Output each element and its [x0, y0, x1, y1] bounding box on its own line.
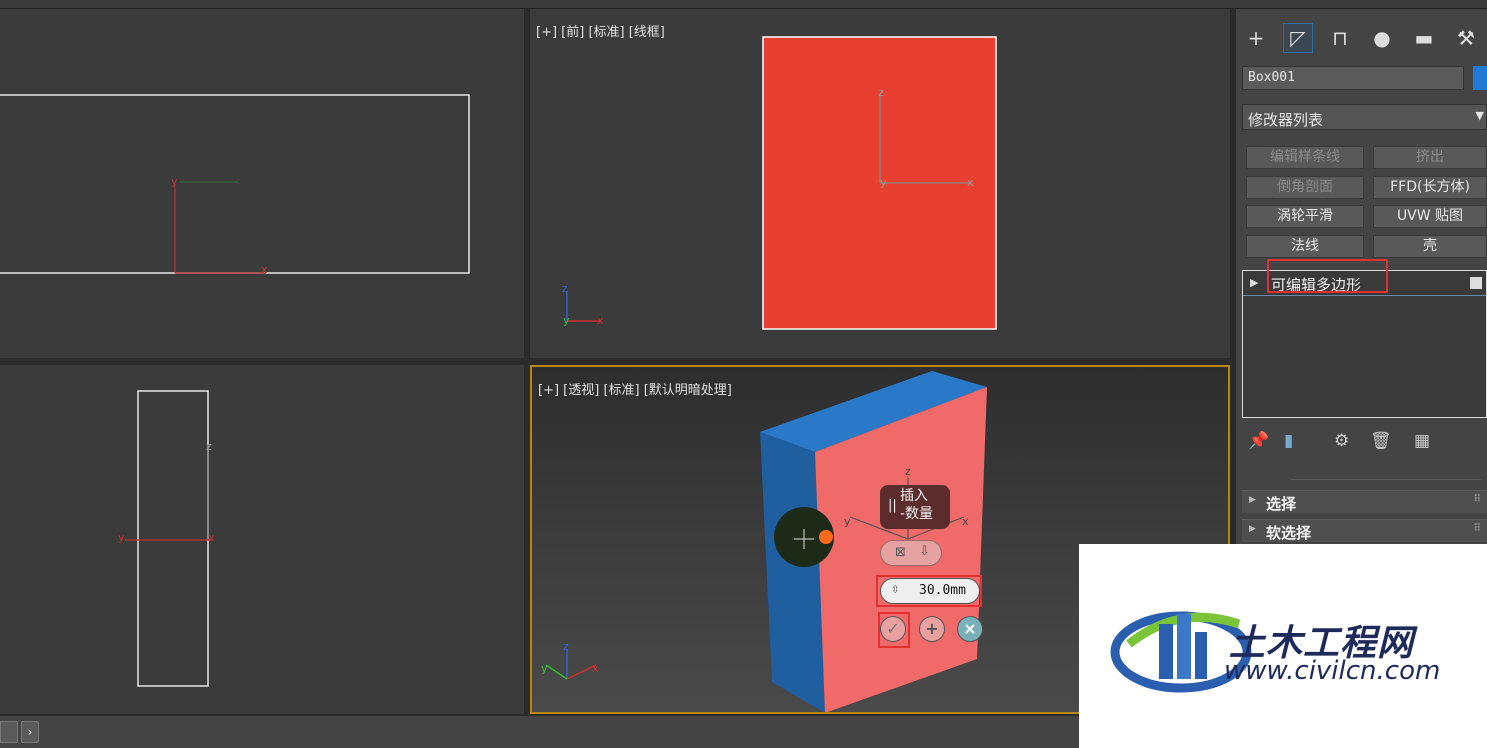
front-view-canvas: z y x z y x — [562, 36, 997, 330]
expand-arrow-icon[interactable]: ▶ — [1250, 276, 1258, 289]
caddy-grip-icon[interactable]: || — [888, 497, 897, 515]
timeline-next-button[interactable]: › — [21, 721, 39, 743]
caddy-apply-button[interactable]: + — [919, 616, 945, 642]
caddy-cancel-button[interactable]: × — [957, 616, 983, 642]
modifier-button-turbosmooth[interactable]: 涡轮平滑 — [1246, 205, 1364, 228]
z-axis-label: z — [878, 86, 884, 99]
rollout-selection[interactable]: ▶ 选择 ⠿ — [1242, 490, 1487, 513]
modifier-button-shell[interactable]: 壳 — [1373, 235, 1487, 258]
y-axis-label: y — [844, 515, 851, 528]
cursor-dot — [819, 530, 833, 544]
rollout-arrow-icon: ▶ — [1249, 524, 1256, 534]
create-icon[interactable]: + — [1241, 23, 1271, 53]
modifier-button-normal[interactable]: 法线 — [1246, 235, 1364, 258]
logo-bar-1 — [1159, 624, 1173, 679]
modifier-list-dropdown[interactable]: 修改器列表 ▼ — [1242, 104, 1487, 130]
command-panel: + ◸ ⊓ ● ▬ ⚒ Box001 修改器列表 ▼ 编辑样条线 挤出 倒角剖面… — [1236, 9, 1487, 549]
arrow-down-icon: ⇩ — [919, 544, 930, 559]
gizmo-y — [545, 664, 568, 680]
caddy-title-line2: -数量 — [900, 506, 934, 522]
command-panel-tabs: + ◸ ⊓ ● ▬ ⚒ — [1236, 9, 1487, 61]
logo-bar-3 — [1195, 632, 1207, 679]
modifier-button-extrude[interactable]: 挤出 — [1373, 146, 1487, 169]
watermark-url: www.civilcn.com — [1224, 656, 1441, 686]
x-axis-label: x — [208, 531, 215, 544]
close-icon: × — [963, 619, 977, 638]
top-view-canvas: y x — [0, 94, 470, 276]
rollout-grip-icon: ⠿ — [1473, 494, 1481, 505]
modifier-button-bevel-profile[interactable]: 倒角剖面 — [1246, 176, 1364, 199]
x-axis-label: x — [261, 263, 268, 276]
rollout-soft-selection[interactable]: ▶ 软选择 ⠿ — [1242, 519, 1487, 542]
modifier-button-uvw-map[interactable]: UVW 贴图 — [1373, 205, 1487, 228]
viewport-left[interactable]: z y x — [0, 365, 524, 714]
chevron-down-icon: ▼ — [1475, 109, 1484, 122]
viewport-top[interactable]: y x — [0, 9, 524, 358]
z-axis-label: z — [905, 465, 911, 478]
y-axis-label: y — [171, 175, 178, 188]
rollout-arrow-icon: ▶ — [1249, 495, 1256, 505]
y-axis-label: y — [880, 176, 887, 189]
box-outline — [0, 94, 470, 274]
logo-bar-2 — [1177, 614, 1191, 679]
stack-item-toggle[interactable] — [1470, 277, 1482, 289]
caddy-inset-type-button[interactable]: ⊠ ⇩ — [880, 540, 942, 566]
rollout-soft-selection-label: 软选择 — [1266, 524, 1312, 542]
box-side-face — [760, 432, 825, 712]
gizmo-z-label: z — [562, 282, 568, 295]
plus-icon: + — [925, 619, 939, 638]
x-axis-label: x — [962, 515, 969, 528]
group-icon: ⊠ — [895, 545, 906, 560]
modifier-list-label: 修改器列表 — [1248, 111, 1324, 129]
make-unique-icon[interactable]: ⚙ — [1334, 431, 1349, 451]
timeline-prev-button[interactable] — [0, 721, 18, 743]
caddy-title[interactable]: || 插入 -数量 — [880, 485, 950, 529]
gizmo-x-label: x — [592, 662, 599, 675]
x-axis-label: x — [967, 176, 974, 189]
caddy-title-line1: 插入 — [900, 488, 928, 504]
hierarchy-icon[interactable]: ⊓ — [1325, 23, 1355, 53]
modify-icon[interactable]: ◸ — [1283, 23, 1313, 53]
object-color-swatch[interactable] — [1473, 66, 1487, 90]
remove-modifier-icon[interactable]: 🗑 — [1370, 431, 1392, 451]
rollout-grip-icon: ⠿ — [1473, 523, 1481, 534]
viewport-front[interactable]: [+] [前] [标准] [线框] z y x z y x — [530, 9, 1230, 358]
panel-divider — [1291, 479, 1481, 480]
pin-stack-icon[interactable]: 📌 — [1248, 431, 1269, 451]
utilities-icon[interactable]: ⚒ — [1451, 23, 1481, 53]
modifier-button-ffd-box[interactable]: FFD(长方体) — [1373, 176, 1487, 199]
object-name-field[interactable]: Box001 — [1242, 66, 1464, 90]
stack-toolbar: 📌 ▮ ⚙ 🗑 ▦ — [1242, 429, 1487, 455]
show-end-result-icon[interactable]: ▮ — [1284, 431, 1293, 451]
top-toolbar-strip — [0, 0, 1487, 9]
highlight-amount-field — [876, 575, 982, 607]
gizmo-y-label: y — [541, 662, 548, 675]
z-axis-label: z — [206, 440, 212, 453]
box-outline — [137, 390, 209, 687]
configure-sets-icon[interactable]: ▦ — [1414, 431, 1430, 451]
gizmo-x-label: x — [597, 314, 604, 327]
left-view-canvas: z y x — [118, 390, 215, 687]
motion-icon[interactable]: ● — [1367, 23, 1397, 53]
highlight-stack-item — [1267, 259, 1388, 293]
y-axis-label: y — [118, 531, 125, 544]
watermark: 土木工程网 www.civilcn.com — [1079, 544, 1487, 748]
highlight-ok-button — [878, 612, 910, 648]
rollout-selection-label: 选择 — [1266, 495, 1297, 513]
display-icon[interactable]: ▬ — [1409, 23, 1439, 53]
gizmo-y-label: y — [563, 314, 570, 327]
modifier-button-edit-spline[interactable]: 编辑样条线 — [1246, 146, 1364, 169]
gizmo-z-label: z — [563, 640, 569, 653]
